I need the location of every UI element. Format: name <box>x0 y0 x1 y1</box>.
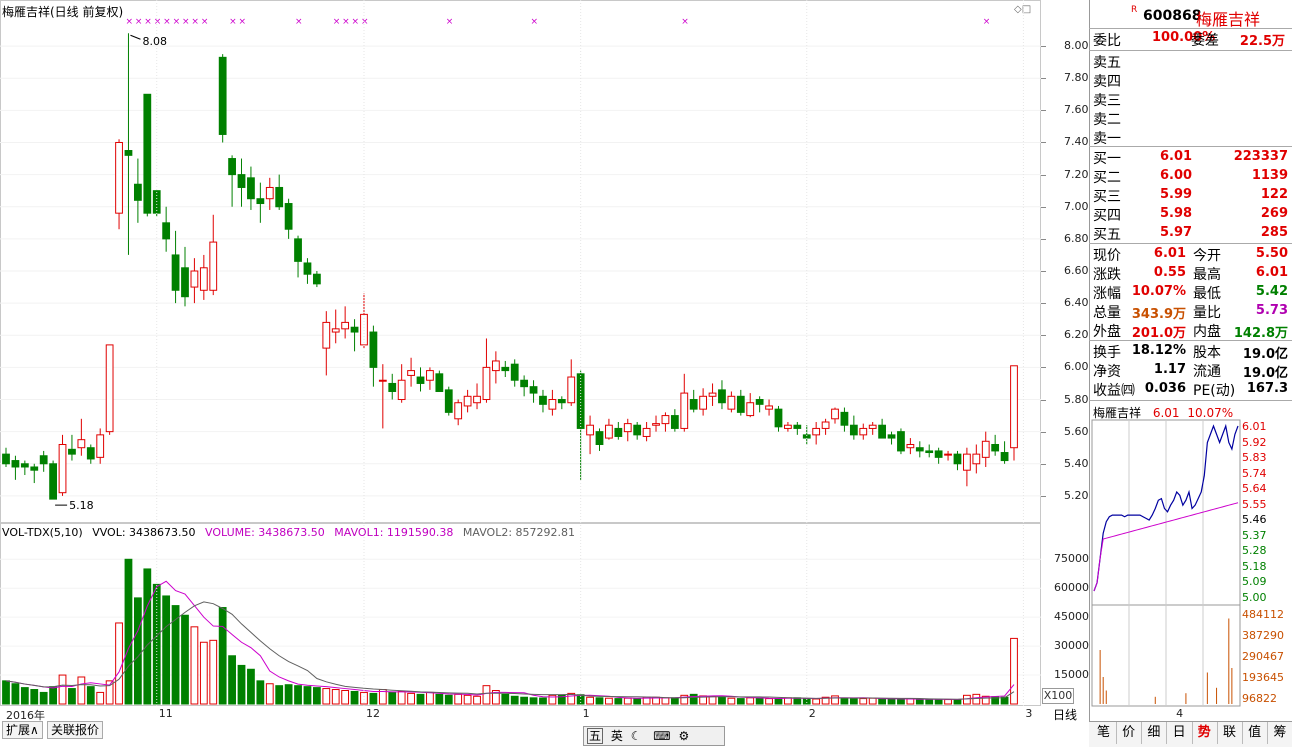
mini-volume-label: 484112 <box>1242 608 1284 621</box>
intraday-mini-chart[interactable] <box>0 0 1292 746</box>
right-tab[interactable]: 值 <box>1242 722 1269 744</box>
mini-price-label: 5.09 <box>1242 575 1267 589</box>
right-tab[interactable]: 筹 <box>1267 722 1292 744</box>
mini-volume-label: 387290 <box>1242 629 1284 642</box>
right-tab[interactable]: 日 <box>1167 722 1193 744</box>
right-tab[interactable]: 笔 <box>1091 722 1117 744</box>
mini-price-label: 6.01 <box>1242 420 1267 433</box>
mini-price-label: 5.74 <box>1242 466 1267 480</box>
mini-price-label: 5.18 <box>1242 559 1267 573</box>
mini-volume-label: 96822 <box>1242 692 1277 705</box>
mini-price-label: 5.55 <box>1242 497 1267 511</box>
mini-volume-label: 290467 <box>1242 650 1284 663</box>
mini-price-label: 5.00 <box>1242 591 1267 604</box>
mini-price-label: 5.46 <box>1242 513 1267 527</box>
right-tab[interactable]: 价 <box>1116 722 1143 744</box>
mini-price-label: 5.28 <box>1242 544 1267 558</box>
mini-volume-label: 193645 <box>1242 671 1284 684</box>
right-tab[interactable]: 细 <box>1141 722 1168 744</box>
mini-price-label: 5.92 <box>1242 435 1267 449</box>
mini-price-label: 5.64 <box>1242 482 1267 496</box>
mini-price-label: 5.83 <box>1242 451 1267 465</box>
right-tab[interactable]: 联 <box>1217 722 1243 744</box>
right-tab[interactable]: 势 <box>1192 722 1218 744</box>
mini-price-label: 5.37 <box>1242 528 1267 542</box>
